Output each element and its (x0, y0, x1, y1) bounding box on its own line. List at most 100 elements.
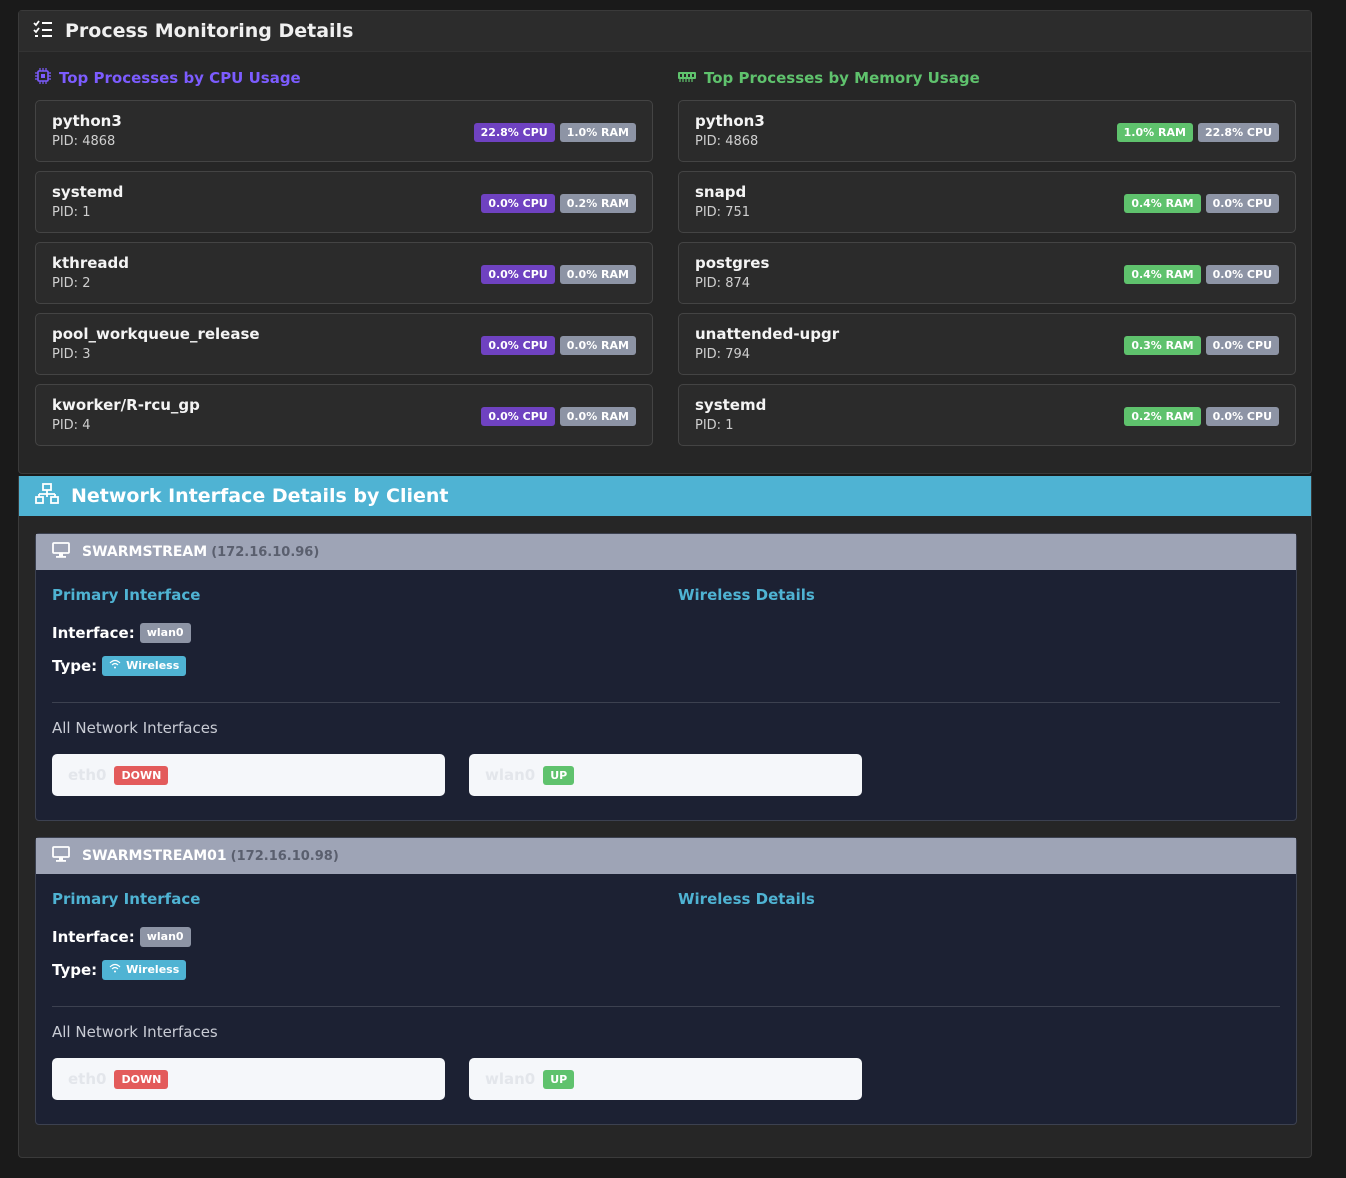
ram-badge: 0.2% RAM (1124, 407, 1201, 426)
ram-badge: 1.0% RAM (1116, 123, 1193, 142)
interface-value-badge: wlan0 (139, 623, 191, 643)
status-badge: DOWN (114, 765, 169, 785)
type-label: Type: (52, 657, 98, 675)
monitor-icon (52, 542, 82, 562)
process-name: python3 (695, 112, 765, 130)
cpu-process-item: kworker/R-rcu_gp PID: 4 0.0% CPU 0.0% RA… (35, 384, 653, 446)
cpu-process-item: kthreadd PID: 2 0.0% CPU 0.0% RAM (35, 242, 653, 304)
process-pid: PID: 874 (695, 276, 751, 291)
type-value-text: Wireless (126, 659, 180, 672)
cpu-column: Top Processes by CPU Usage python3 PID: … (35, 65, 653, 446)
interface-name: wlan0 (485, 1070, 536, 1088)
cpu-badge: 0.0% CPU (1205, 336, 1279, 355)
client-name: SWARMSTREAM01 (82, 848, 227, 864)
wifi-icon (109, 963, 126, 977)
interface-card: eth0 DOWN (52, 1058, 445, 1100)
memory-column: Top Processes by Memory Usage python3 PI… (678, 65, 1296, 446)
process-name: kthreadd (52, 254, 129, 272)
cpu-badge: 0.0% CPU (481, 194, 555, 213)
ram-badge: 0.0% RAM (559, 407, 636, 426)
type-field: Type: Wireless (52, 960, 187, 980)
process-monitoring-header: Process Monitoring Details (19, 11, 1311, 52)
ram-badge: 0.0% RAM (559, 336, 636, 355)
cpu-badge: 0.0% CPU (481, 336, 555, 355)
client-ip: (172.16.10.96) (211, 544, 320, 560)
interface-label: Interface: (52, 928, 135, 946)
process-name: kworker/R-rcu_gp (52, 396, 200, 414)
all-interfaces-title: All Network Interfaces (52, 1023, 218, 1041)
cpu-process-item: systemd PID: 1 0.0% CPU 0.2% RAM (35, 171, 653, 233)
all-interfaces-title: All Network Interfaces (52, 719, 218, 737)
process-pid: PID: 751 (695, 205, 751, 220)
client-name: SWARMSTREAM (82, 544, 208, 560)
ram-badge: 0.3% RAM (1124, 336, 1201, 355)
process-name: systemd (695, 396, 767, 414)
process-name: unattended-upgr (695, 325, 840, 343)
cpu-badge: 0.0% CPU (481, 407, 555, 426)
interface-field: Interface: wlan0 (52, 623, 191, 643)
ram-badge: 0.0% RAM (559, 265, 636, 284)
network-icon (35, 482, 71, 510)
cpu-badge: 0.0% CPU (481, 265, 555, 284)
process-name: pool_workqueue_release (52, 325, 260, 343)
memory-icon (678, 69, 704, 87)
memory-process-item: snapd PID: 751 0.4% RAM 0.0% CPU (678, 171, 1296, 233)
type-value-text: Wireless (126, 963, 180, 976)
client-header: SWARMSTREAM (172.16.10.96) (36, 534, 1296, 570)
client-panel: SWARMSTREAM01 (172.16.10.98) Primary Int… (35, 837, 1297, 1125)
interface-card: eth0 DOWN (52, 754, 445, 796)
status-badge: UP (543, 765, 575, 785)
interface-name: wlan0 (485, 766, 536, 784)
interface-field: Interface: wlan0 (52, 927, 191, 947)
process-pid: PID: 794 (695, 347, 751, 362)
list-check-icon (33, 19, 65, 43)
process-pid: PID: 4868 (52, 134, 116, 149)
cpu-section-title: Top Processes by CPU Usage (35, 65, 653, 91)
process-pid: PID: 2 (52, 276, 91, 291)
cpu-badge: 0.0% CPU (1205, 407, 1279, 426)
process-pid: PID: 4868 (695, 134, 759, 149)
cpu-badge: 22.8% CPU (473, 123, 555, 142)
wireless-details-title: Wireless Details (678, 890, 815, 908)
cpu-badge: 0.0% CPU (1205, 265, 1279, 284)
type-value-badge: Wireless (102, 960, 187, 980)
cpu-badge: 22.8% CPU (1197, 123, 1279, 142)
client-panel: SWARMSTREAM (172.16.10.96) Primary Inter… (35, 533, 1297, 821)
ram-badge: 0.4% RAM (1124, 194, 1201, 213)
client-header: SWARMSTREAM01 (172.16.10.98) (36, 838, 1296, 874)
process-name: postgres (695, 254, 770, 272)
network-title: Network Interface Details by Client (71, 485, 449, 507)
interface-card: wlan0 UP (469, 754, 862, 796)
process-monitoring-title: Process Monitoring Details (65, 20, 354, 42)
process-pid: PID: 1 (695, 418, 734, 433)
client-ip: (172.16.10.98) (230, 848, 339, 864)
interface-value-badge: wlan0 (139, 927, 191, 947)
divider (52, 1006, 1280, 1007)
cpu-process-item: python3 PID: 4868 22.8% CPU 1.0% RAM (35, 100, 653, 162)
cpu-chip-icon (35, 68, 59, 88)
process-pid: PID: 3 (52, 347, 91, 362)
divider (52, 702, 1280, 703)
primary-interface-title: Primary Interface (52, 586, 201, 604)
network-card: Network Interface Details by Client SWAR… (18, 476, 1312, 1158)
memory-section-title: Top Processes by Memory Usage (678, 65, 1296, 91)
memory-process-item: systemd PID: 1 0.2% RAM 0.0% CPU (678, 384, 1296, 446)
status-badge: UP (543, 1069, 575, 1089)
interface-name: eth0 (68, 766, 107, 784)
cpu-section-title-text: Top Processes by CPU Usage (59, 69, 301, 87)
ram-badge: 0.2% RAM (559, 194, 636, 213)
interface-name: eth0 (68, 1070, 107, 1088)
network-header: Network Interface Details by Client (19, 476, 1311, 516)
cpu-badge: 0.0% CPU (1205, 194, 1279, 213)
memory-section-title-text: Top Processes by Memory Usage (704, 69, 980, 87)
process-name: systemd (52, 183, 124, 201)
ram-badge: 0.4% RAM (1124, 265, 1201, 284)
type-label: Type: (52, 961, 98, 979)
ram-badge: 1.0% RAM (559, 123, 636, 142)
type-value-badge: Wireless (102, 656, 187, 676)
memory-process-item: unattended-upgr PID: 794 0.3% RAM 0.0% C… (678, 313, 1296, 375)
primary-interface-title: Primary Interface (52, 890, 201, 908)
wireless-details-title: Wireless Details (678, 586, 815, 604)
process-pid: PID: 4 (52, 418, 91, 433)
memory-process-item: postgres PID: 874 0.4% RAM 0.0% CPU (678, 242, 1296, 304)
